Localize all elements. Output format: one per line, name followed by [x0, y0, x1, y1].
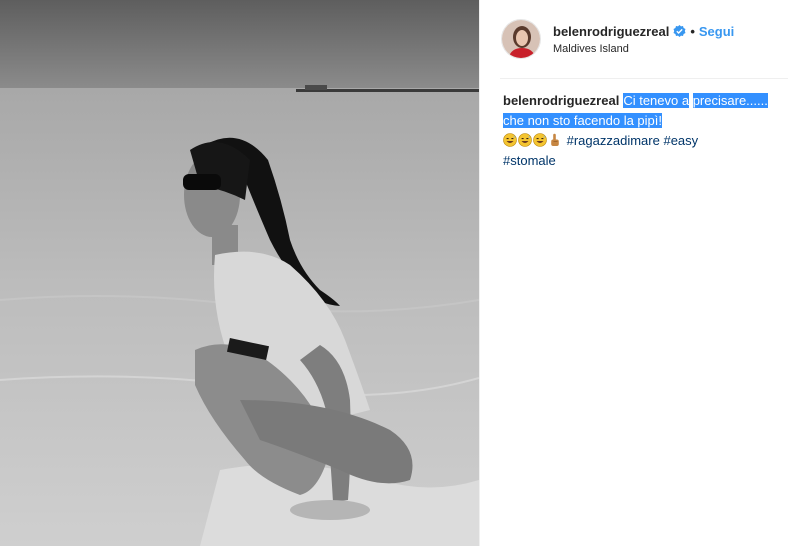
header-divider: [500, 78, 788, 79]
hashtag-link[interactable]: #stomale: [503, 153, 556, 168]
username-link[interactable]: belenrodriguezreal: [553, 24, 669, 39]
caption-text-line1: Ci tenevo a: [623, 93, 690, 108]
post-header: belenrodriguezreal • Segui Maldives Isla…: [501, 16, 786, 62]
beach-photo: [0, 0, 479, 546]
verified-badge-icon: [673, 24, 686, 38]
profile-photo: [502, 20, 540, 58]
post-side-panel: belenrodriguezreal • Segui Maldives Isla…: [479, 0, 796, 546]
header-row: belenrodriguezreal • Segui: [553, 24, 734, 39]
location-link[interactable]: Maldives Island: [553, 43, 734, 55]
hashtag-link[interactable]: #easy: [663, 133, 698, 148]
post-caption: belenrodriguezreal Ci tenevo a precisare.…: [503, 91, 773, 171]
grinning-sweat-emoji-icon: [533, 133, 547, 147]
grinning-sweat-emoji-icon: [518, 133, 532, 147]
post-image[interactable]: [0, 0, 479, 546]
hashtag-link[interactable]: #ragazzadimare: [567, 133, 660, 148]
separator-dot: •: [690, 23, 695, 39]
follow-button[interactable]: Segui: [699, 24, 734, 39]
caption-username[interactable]: belenrodriguezreal: [503, 93, 619, 108]
header-text: belenrodriguezreal • Segui Maldives Isla…: [553, 24, 734, 55]
pointing-up-emoji-icon: [548, 133, 562, 147]
avatar[interactable]: [501, 19, 541, 59]
grinning-sweat-emoji-icon: [503, 133, 517, 147]
